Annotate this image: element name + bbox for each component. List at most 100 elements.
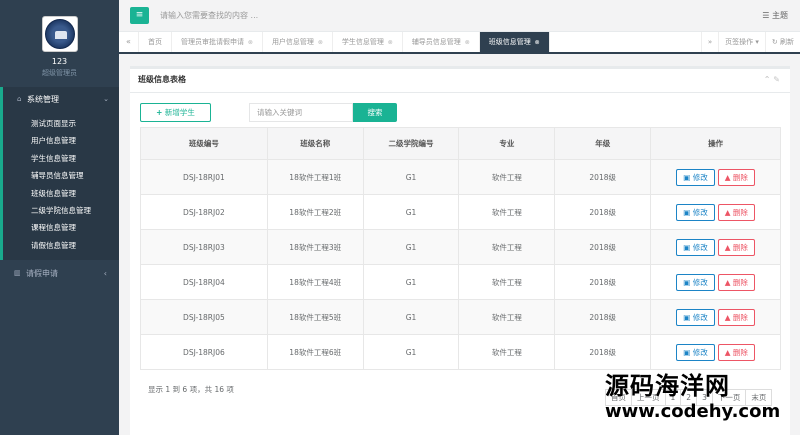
- delete-button[interactable]: ▲ 删除: [717, 168, 755, 186]
- tab-actions-dropdown[interactable]: 页签操作 ▾: [718, 32, 765, 52]
- delete-label: 删除: [732, 207, 748, 217]
- search-button[interactable]: 搜索: [353, 103, 397, 122]
- menu-leave-label: 请假申请: [26, 268, 58, 278]
- edit-label: 修改: [692, 312, 708, 322]
- delete-label: 删除: [732, 347, 748, 357]
- close-icon[interactable]: ⊗: [463, 39, 470, 46]
- column-header[interactable]: 班级编号: [140, 127, 268, 160]
- column-header[interactable]: 班级名称: [266, 127, 364, 160]
- keyword-search-input[interactable]: [249, 103, 353, 122]
- tabs-scroll-right-icon[interactable]: »: [700, 32, 718, 52]
- edit-button[interactable]: ▣ 修改: [676, 168, 715, 186]
- cell-actions: ▣ 修改 ▲ 删除: [650, 159, 781, 195]
- cell-college: G1: [362, 159, 460, 195]
- tab-label: 学生信息管理: [341, 38, 384, 46]
- delete-label: 删除: [732, 242, 748, 252]
- home-icon: ⌂: [17, 95, 22, 103]
- table-row[interactable]: DSJ-18RJ04 18软件工程4班 G1 软件工程 2018级 ▣ 修改 ▲ …: [140, 264, 781, 300]
- warning-icon: ▲: [724, 207, 731, 217]
- add-button-label: 新增学生: [164, 108, 195, 117]
- tabs-scroll-left-icon[interactable]: «: [119, 32, 139, 52]
- cell-name: 18软件工程4班: [266, 264, 364, 300]
- warning-icon: ▲: [724, 277, 731, 287]
- delete-label: 删除: [732, 172, 748, 182]
- cell-name: 18软件工程6班: [266, 334, 364, 370]
- tab-students[interactable]: 学生信息管理 ⊗: [333, 32, 403, 52]
- panel-tools: ⌃ ✎: [764, 69, 780, 91]
- cell-name: 18软件工程3班: [266, 229, 364, 265]
- menu-toggle-button[interactable]: ≡: [130, 7, 149, 24]
- delete-button[interactable]: ▲ 删除: [717, 343, 755, 361]
- tab-home[interactable]: 首页: [139, 32, 172, 52]
- column-header[interactable]: 二级学院编号: [362, 127, 460, 160]
- close-icon[interactable]: ⊗: [316, 39, 323, 46]
- delete-button[interactable]: ▲ 删除: [717, 238, 755, 256]
- table-row[interactable]: DSJ-18RJ05 18软件工程5班 G1 软件工程 2018级 ▣ 修改 ▲ …: [140, 299, 781, 335]
- cell-actions: ▣ 修改 ▲ 删除: [650, 194, 781, 230]
- delete-button[interactable]: ▲ 删除: [717, 273, 755, 291]
- wrench-icon[interactable]: ✎: [773, 75, 780, 84]
- cell-major: 软件工程: [458, 159, 556, 195]
- global-search-input[interactable]: 请输入您需要查找的内容 ...: [160, 10, 258, 21]
- table-row[interactable]: DSJ-18RJ02 18软件工程2班 G1 软件工程 2018级 ▣ 修改 ▲ …: [140, 194, 781, 230]
- menu-leave-header[interactable]: ▥ 请假申请 ‹: [0, 260, 119, 286]
- profile-name: 123: [51, 57, 68, 66]
- menu-system-header[interactable]: ⌂ 系统管理 ⌄: [0, 87, 119, 111]
- close-icon[interactable]: ⊗: [533, 39, 540, 46]
- table-row[interactable]: DSJ-18RJ01 18软件工程1班 G1 软件工程 2018级 ▣ 修改 ▲ …: [140, 159, 781, 195]
- theme-button[interactable]: ☰ 主题: [762, 10, 788, 21]
- sidebar-item-users[interactable]: 用户信息管理: [3, 132, 119, 149]
- close-icon[interactable]: ⊗: [246, 39, 253, 46]
- sidebar-item-leaves[interactable]: 请假信息管理: [3, 237, 119, 254]
- warning-icon: ▲: [724, 242, 731, 252]
- refresh-button[interactable]: ↻ 刷新: [764, 32, 800, 52]
- sidebar-item-colleges[interactable]: 二级学院信息管理: [3, 202, 119, 219]
- cell-code: DSJ-18RJ02: [140, 194, 268, 230]
- column-header[interactable]: 专业: [458, 127, 556, 160]
- column-header: 操作: [650, 127, 781, 160]
- cell-college: G1: [362, 229, 460, 265]
- edit-button[interactable]: ▣ 修改: [676, 273, 715, 291]
- sidebar-item-students[interactable]: 学生信息管理: [3, 150, 119, 167]
- tab-users[interactable]: 用户信息管理 ⊗: [263, 32, 333, 52]
- warning-icon: ▲: [724, 347, 731, 357]
- edit-button[interactable]: ▣ 修改: [676, 343, 715, 361]
- collapse-icon[interactable]: ⌃: [764, 75, 771, 84]
- edit-button[interactable]: ▣ 修改: [676, 238, 715, 256]
- edit-button[interactable]: ▣ 修改: [676, 308, 715, 326]
- add-student-button[interactable]: + 新增学生: [140, 103, 211, 122]
- delete-label: 删除: [732, 312, 748, 322]
- close-icon[interactable]: ⊗: [386, 39, 393, 46]
- tab-actions-label: 页签操作: [725, 38, 754, 46]
- sidebar-item-courses[interactable]: 课程信息管理: [3, 219, 119, 236]
- table-row[interactable]: DSJ-18RJ06 18软件工程6班 G1 软件工程 2018级 ▣ 修改 ▲ …: [140, 334, 781, 370]
- tab-classes[interactable]: 班级信息管理 ⊗: [479, 32, 550, 52]
- sidebar-item-test-page[interactable]: 测试页面显示: [3, 115, 119, 132]
- tab-approve-leave[interactable]: 管理员审批请假申请 ⊗: [172, 32, 263, 52]
- cell-grade: 2018级: [554, 264, 652, 300]
- menu-system-label: 系统管理: [27, 94, 59, 104]
- tab-label: 用户信息管理: [271, 38, 314, 46]
- edit-button[interactable]: ▣ 修改: [676, 203, 715, 221]
- cell-grade: 2018级: [554, 334, 652, 370]
- table-header-row: 班级编号 班级名称 二级学院编号 专业 年级 操作: [140, 127, 781, 160]
- cell-college: G1: [362, 264, 460, 300]
- sidebar-item-classes[interactable]: 班级信息管理: [3, 185, 119, 202]
- cell-name: 18软件工程5班: [266, 299, 364, 335]
- school-logo-icon: [44, 19, 75, 49]
- tabs-right-tools: » 页签操作 ▾ ↻ 刷新: [700, 32, 800, 52]
- table-row[interactable]: DSJ-18RJ03 18软件工程3班 G1 软件工程 2018级 ▣ 修改 ▲ …: [140, 229, 781, 265]
- topbar: ≡ 请输入您需要查找的内容 ... ☰ 主题: [119, 0, 800, 32]
- plus-icon: +: [156, 108, 163, 117]
- avatar[interactable]: [41, 16, 78, 52]
- delete-button[interactable]: ▲ 删除: [717, 308, 755, 326]
- column-header[interactable]: 年级: [554, 127, 652, 160]
- delete-button[interactable]: ▲ 删除: [717, 203, 755, 221]
- edit-label: 修改: [692, 347, 708, 357]
- watermark-title: 源码海洋网: [605, 372, 730, 400]
- cell-grade: 2018级: [554, 194, 652, 230]
- sidebar-item-counselors[interactable]: 辅导员信息管理: [3, 167, 119, 184]
- edit-label: 修改: [692, 207, 708, 217]
- tabs-bar: « 首页 管理员审批请假申请 ⊗ 用户信息管理 ⊗ 学生信息管理 ⊗ 辅导员信息…: [119, 32, 800, 54]
- tab-counselors[interactable]: 辅导员信息管理 ⊗: [403, 32, 480, 52]
